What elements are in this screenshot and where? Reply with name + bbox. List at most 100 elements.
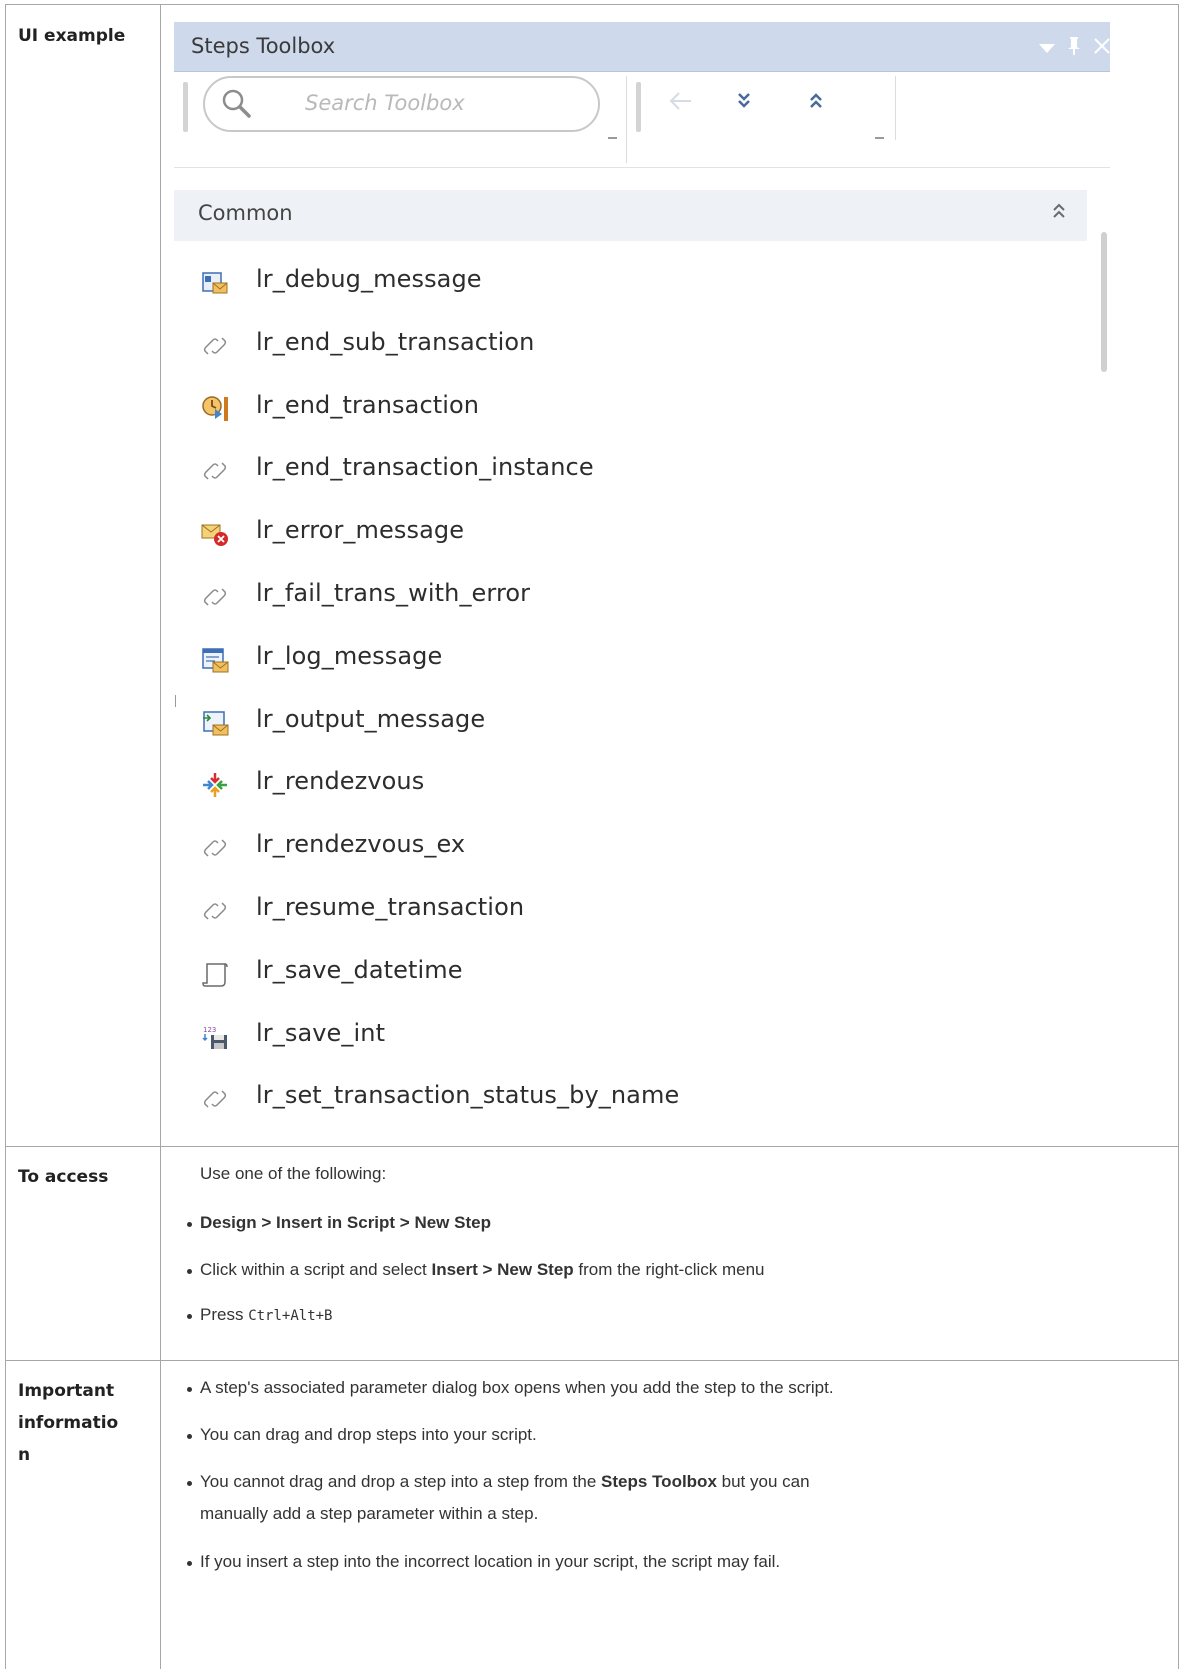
error-message-icon <box>201 520 229 548</box>
list-text: You cannot drag and drop a step into a s… <box>200 1472 602 1491</box>
step-item[interactable]: lr_end_sub_transaction <box>174 321 1087 384</box>
close-icon[interactable] <box>1093 37 1110 60</box>
panel-title: Steps Toolbox <box>191 34 336 58</box>
list-item: A step's associated parameter dialog box… <box>183 1378 834 1398</box>
link-icon <box>201 583 229 611</box>
pin-icon[interactable] <box>1067 36 1081 61</box>
table-row-divider <box>5 1360 1179 1361</box>
scroll-icon <box>201 960 229 988</box>
row-label-important-2: informatio <box>18 1413 119 1433</box>
menu-path: Insert > New Step <box>431 1260 574 1279</box>
back-arrow-icon[interactable] <box>669 91 693 116</box>
row-label-ui-example: UI example <box>18 26 126 46</box>
link-icon <box>201 897 229 925</box>
row-label-to-access: To access <box>18 1167 109 1187</box>
section-title: Common <box>198 201 293 225</box>
step-item[interactable]: lr_log_message <box>174 635 1087 698</box>
list-item: If you insert a step into the incorrect … <box>183 1552 780 1572</box>
step-item[interactable]: 123 lr_save_int <box>174 1012 1087 1075</box>
toolbar-grip[interactable] <box>183 82 188 132</box>
link-icon <box>201 457 229 485</box>
step-label: lr_end_transaction_instance <box>256 453 594 482</box>
section-common[interactable]: Common <box>174 190 1087 241</box>
dropdown-icon[interactable] <box>1039 38 1055 59</box>
step-item[interactable]: lr_end_transaction <box>174 384 1087 447</box>
table-left-border <box>5 4 6 1669</box>
list-text: manually add a step parameter within a s… <box>200 1504 539 1523</box>
ui-reference: Steps Toolbox <box>601 1472 717 1491</box>
search-icon <box>222 89 251 118</box>
search-dropdown-icon[interactable] <box>608 137 617 139</box>
table-top-border <box>5 4 1179 5</box>
list-text: but you can <box>716 1472 810 1491</box>
output-message-icon <box>201 709 229 737</box>
collapse-all-icon[interactable] <box>808 91 824 116</box>
step-item[interactable]: lr_fail_trans_with_error <box>174 572 1087 635</box>
step-label: lr_fail_trans_with_error <box>256 578 531 607</box>
step-item[interactable]: lr_rendezvous <box>174 760 1087 823</box>
scroll-thumb[interactable] <box>1101 232 1107 372</box>
step-label: lr_rendezvous <box>256 767 425 796</box>
rendezvous-icon <box>201 771 229 799</box>
toolbar-dropdown-icon[interactable] <box>875 137 884 139</box>
step-item[interactable]: lr_debug_message <box>174 258 1087 321</box>
step-item[interactable]: lr_error_message <box>174 509 1087 572</box>
list-text: Press <box>200 1305 249 1324</box>
to-access-intro: Use one of the following: <box>200 1164 387 1183</box>
step-item[interactable]: lr_rendezvous_ex <box>174 823 1087 886</box>
splitter-tick <box>175 695 176 707</box>
list-text: from the right-click menu <box>573 1260 765 1279</box>
search-placeholder: Search Toolbox <box>305 91 465 115</box>
expand-all-icon[interactable] <box>736 91 752 116</box>
steps-toolbox-panel: Steps Toolbox Search Toolbox Common lr_d… <box>174 22 1110 1130</box>
list-item-continuation: manually add a step parameter within a s… <box>183 1504 538 1524</box>
search-toolbox-input[interactable]: Search Toolbox <box>203 76 600 132</box>
step-label: lr_save_datetime <box>256 955 463 984</box>
table-row-divider <box>5 1146 1179 1147</box>
save-int-icon: 123 <box>201 1023 229 1051</box>
step-label: lr_set_transaction_status_by_name <box>256 1081 680 1110</box>
link-icon <box>201 332 229 360</box>
link-icon <box>201 1085 229 1113</box>
step-item[interactable]: lr_output_message <box>174 698 1087 761</box>
panel-header-controls <box>1039 36 1110 61</box>
list-item: Press Ctrl+Alt+B <box>183 1305 332 1325</box>
toolbar-separator <box>626 76 627 163</box>
panel-header: Steps Toolbox <box>174 22 1110 72</box>
row-label-important-3: n <box>18 1445 31 1465</box>
step-label: lr_end_sub_transaction <box>256 327 535 356</box>
list-text: A step's associated parameter dialog box… <box>200 1378 834 1397</box>
toolbar-grip[interactable] <box>636 82 641 132</box>
list-item: You can drag and drop steps into your sc… <box>183 1425 537 1445</box>
list-text: Click within a script and select <box>200 1260 432 1279</box>
link-icon <box>201 834 229 862</box>
step-item[interactable]: lr_end_transaction_instance <box>174 446 1087 509</box>
step-label: lr_output_message <box>256 704 486 733</box>
step-label: lr_error_message <box>256 516 465 545</box>
toolbar-separator <box>895 76 896 140</box>
vertical-scrollbar[interactable] <box>1099 174 1110 1129</box>
list-item: Design > Insert in Script > New Step <box>183 1213 491 1233</box>
end-transaction-icon <box>201 395 229 423</box>
menu-path: Design > Insert in Script > New Step <box>200 1213 491 1232</box>
svg-text:123: 123 <box>203 1026 216 1034</box>
step-label: lr_end_transaction <box>256 390 480 419</box>
row-label-important-1: Important <box>18 1381 115 1401</box>
step-label: lr_log_message <box>256 641 443 670</box>
step-label: lr_resume_transaction <box>256 892 525 921</box>
step-label: lr_rendezvous_ex <box>256 830 466 859</box>
list-text: You can drag and drop steps into your sc… <box>200 1425 537 1444</box>
list-item: Click within a script and select Insert … <box>183 1260 765 1280</box>
collapse-section-icon[interactable] <box>1051 201 1067 226</box>
step-item[interactable]: lr_resume_transaction <box>174 886 1087 949</box>
steps-list: lr_debug_message lr_end_sub_transactionlr… <box>174 258 1087 1130</box>
debug-message-icon <box>201 269 229 297</box>
step-item[interactable]: lr_set_transaction_status_by_name <box>174 1074 1087 1130</box>
log-message-icon <box>201 646 229 674</box>
step-item[interactable]: lr_save_datetime <box>174 949 1087 1012</box>
toolbox-toolbar: Search Toolbox <box>174 73 1110 168</box>
list-item: You cannot drag and drop a step into a s… <box>183 1472 810 1492</box>
keyboard-shortcut: Ctrl+Alt+B <box>248 1308 333 1324</box>
step-label: lr_debug_message <box>256 265 482 293</box>
step-label: lr_save_int <box>256 1018 386 1047</box>
